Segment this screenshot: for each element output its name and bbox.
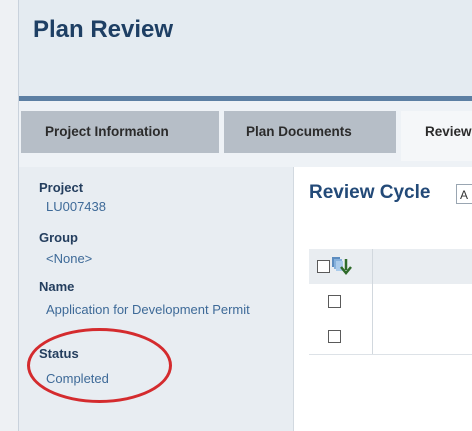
table-row[interactable]: [309, 284, 472, 320]
review-cycle-section: Review Cycle A: [294, 167, 472, 431]
column-divider: [372, 319, 373, 354]
select-all-checkbox[interactable]: [317, 260, 330, 273]
tab-review[interactable]: Review: [401, 111, 472, 161]
name-value: Application for Development Permit: [46, 302, 250, 317]
project-value: LU007438: [46, 199, 106, 214]
row-checkbox[interactable]: [328, 330, 341, 343]
column-divider: [372, 249, 373, 284]
group-label: Group: [39, 230, 78, 245]
review-cycle-select[interactable]: A: [456, 184, 472, 204]
app-title: Plan Review: [33, 16, 174, 43]
column-divider: [372, 284, 373, 319]
download-icon[interactable]: [332, 256, 352, 278]
tab-project-information[interactable]: Project Information: [21, 111, 219, 153]
table-row[interactable]: [309, 319, 472, 355]
project-label: Project: [39, 180, 84, 195]
row-checkbox[interactable]: [328, 295, 341, 308]
grid-header: [309, 249, 472, 285]
plan-review-window: Plan Review Project Information Plan Doc…: [18, 0, 472, 431]
status-highlight-circle: [27, 328, 172, 403]
name-label: Name: [39, 279, 75, 294]
app-header: Plan Review: [19, 0, 472, 97]
tab-plan-documents[interactable]: Plan Documents: [224, 111, 396, 153]
group-value: <None>: [46, 251, 93, 266]
section-title: Review Cycle: [309, 182, 431, 203]
